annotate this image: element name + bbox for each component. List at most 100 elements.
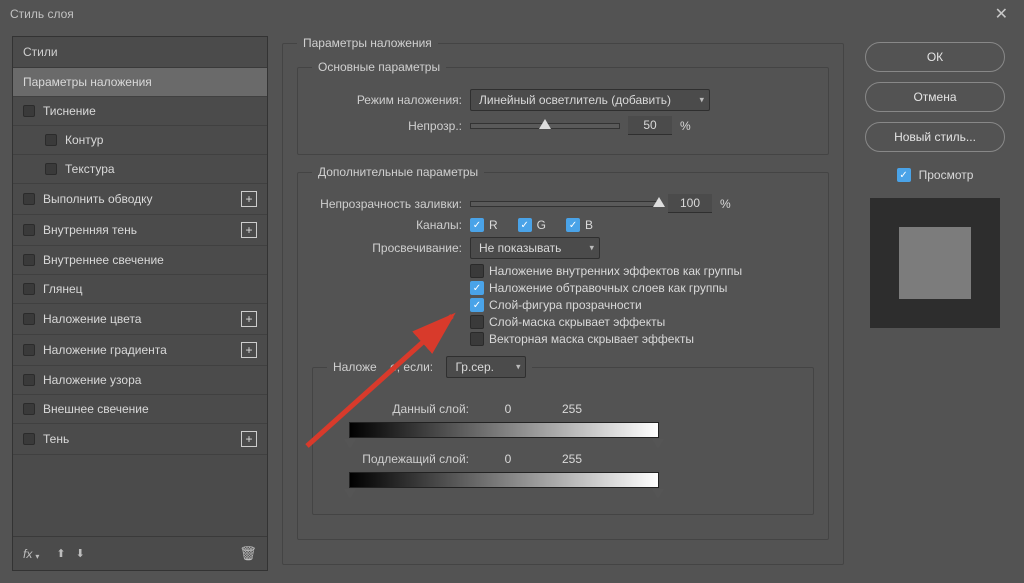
cancel-button[interactable]: Отмена	[865, 82, 1005, 112]
right-column: ОК Отмена Новый стиль... ✓ Просмотр	[858, 36, 1012, 571]
new-style-button[interactable]: Новый стиль...	[865, 122, 1005, 152]
sidebar-item-1[interactable]: Тиснение	[13, 97, 267, 126]
sidebar-item-5[interactable]: Внутренняя тень +	[13, 215, 267, 246]
main-title: Параметры наложения	[297, 36, 438, 50]
option-label: Наложение внутренних эффектов как группы	[489, 264, 742, 278]
blend-mode-select[interactable]: Линейный осветлитель (добавить) ▾	[470, 89, 710, 111]
sidebar-item-3[interactable]: Текстура	[13, 155, 267, 184]
under-low-value: 0	[483, 452, 533, 466]
checkbox-icon	[470, 315, 484, 329]
sidebar-checkbox[interactable]	[23, 403, 35, 415]
title-bar: Стиль слоя ✕	[0, 0, 1024, 28]
sidebar-item-6[interactable]: Внутреннее свечение	[13, 246, 267, 275]
sidebar-item-0[interactable]: Параметры наложения	[13, 68, 267, 97]
under-high-value: 255	[547, 452, 597, 466]
opacity-unit: %	[680, 119, 691, 133]
sidebar-checkbox[interactable]	[23, 313, 35, 325]
sidebar-item-label: Текстура	[65, 162, 115, 176]
sidebar-checkbox[interactable]	[23, 105, 35, 117]
sidebar-item-10[interactable]: Наложение узора	[13, 366, 267, 395]
sidebar-item-label: Наложение узора	[43, 373, 141, 387]
option-label: Наложение обтравочных слоев как группы	[489, 281, 727, 295]
checkbox-icon: ✓	[470, 298, 484, 312]
channel-r-checkbox[interactable]: ✓R	[470, 218, 498, 232]
channel-g-checkbox[interactable]: ✓G	[518, 218, 546, 232]
trash-icon[interactable]: 🗑	[239, 545, 257, 562]
sidebar-checkbox[interactable]	[23, 193, 35, 205]
sidebar-item-label: Внутреннее свечение	[43, 253, 164, 267]
add-effect-icon[interactable]: +	[241, 342, 257, 358]
sidebar-item-label: Параметры наложения	[23, 75, 152, 89]
fx-dropdown-icon[interactable]: ▾	[35, 552, 39, 561]
channel-b-checkbox[interactable]: ✓B	[566, 218, 593, 232]
fill-opacity-input[interactable]: 100	[668, 194, 712, 213]
sidebar-item-label: Внутренняя тень	[43, 223, 137, 237]
blend-mode-label: Режим наложения:	[312, 93, 462, 107]
opacity-slider[interactable]	[470, 123, 620, 129]
add-effect-icon[interactable]: +	[241, 431, 257, 447]
main-panel: Параметры наложения Основные параметры Р…	[282, 36, 844, 571]
blendif-channel-select[interactable]: Гр.сер. ▾	[446, 356, 526, 378]
window-title: Стиль слоя	[10, 7, 74, 21]
sidebar-item-label: Внешнее свечение	[43, 402, 149, 416]
under-layer-strip[interactable]	[349, 472, 799, 488]
advanced-option-4[interactable]: Векторная маска скрывает эффекты	[470, 332, 694, 346]
this-low-value: 0	[483, 402, 533, 416]
chevron-down-icon: ▾	[516, 362, 521, 373]
sidebar-checkbox[interactable]	[23, 254, 35, 266]
move-down-icon[interactable]: ⬇	[76, 547, 85, 560]
preview-checkbox[interactable]: ✓	[897, 168, 911, 182]
checkbox-icon: ✓	[470, 281, 484, 295]
this-layer-strip[interactable]	[349, 422, 799, 438]
option-label: Слой-маска скрывает эффекты	[489, 315, 665, 329]
sidebar-checkbox[interactable]	[45, 163, 57, 175]
this-high-value: 255	[547, 402, 597, 416]
advanced-params-title: Дополнительные параметры	[312, 165, 484, 179]
option-label: Слой-фигура прозрачности	[489, 298, 642, 312]
knockout-select[interactable]: Не показывать ▾	[470, 237, 600, 259]
sidebar-item-label: Тиснение	[43, 104, 96, 118]
sidebar-item-7[interactable]: Глянец	[13, 275, 267, 304]
sidebar-item-11[interactable]: Внешнее свечение	[13, 395, 267, 424]
chevron-down-icon: ▾	[589, 243, 594, 254]
add-effect-icon[interactable]: +	[241, 191, 257, 207]
fill-opacity-slider[interactable]	[470, 201, 660, 207]
sidebar-item-12[interactable]: Тень+	[13, 424, 267, 455]
ok-button[interactable]: ОК	[865, 42, 1005, 72]
opacity-input[interactable]: 50	[628, 116, 672, 135]
opacity-label: Непрозр.:	[312, 119, 462, 133]
advanced-option-0[interactable]: Наложение внутренних эффектов как группы	[470, 264, 742, 278]
sidebar-checkbox[interactable]	[23, 344, 35, 356]
sidebar-checkbox[interactable]	[23, 433, 35, 445]
fill-opacity-label: Непрозрачность заливки:	[312, 197, 462, 211]
preview-label: Просмотр	[919, 168, 974, 182]
sidebar-item-4[interactable]: Выполнить обводку +	[13, 184, 267, 215]
fill-opacity-unit: %	[720, 197, 731, 211]
sidebar-checkbox[interactable]	[23, 374, 35, 386]
sidebar-checkbox[interactable]	[23, 283, 35, 295]
sidebar-item-label: Выполнить обводку	[43, 192, 153, 206]
sidebar-checkbox[interactable]	[23, 224, 35, 236]
close-icon[interactable]: ✕	[989, 2, 1014, 26]
option-label: Векторная маска скрывает эффекты	[489, 332, 694, 346]
sidebar-header: Стили	[13, 37, 267, 68]
sidebar-checkbox[interactable]	[45, 134, 57, 146]
blendif-title: Наложение, если: Гр.сер. ▾	[327, 356, 532, 378]
add-effect-icon[interactable]: +	[241, 222, 257, 238]
sidebar-item-8[interactable]: Наложение цвета +	[13, 304, 267, 335]
chevron-down-icon: ▾	[699, 95, 704, 106]
channels-label: Каналы:	[312, 218, 462, 232]
fx-icon[interactable]: fx	[23, 547, 32, 561]
sidebar-item-2[interactable]: Контур	[13, 126, 267, 155]
sidebar-item-label: Наложение цвета	[43, 312, 141, 326]
sidebar-item-label: Наложение градиента	[43, 343, 167, 357]
advanced-option-3[interactable]: Слой-маска скрывает эффекты	[470, 315, 665, 329]
sidebar-item-label: Глянец	[43, 282, 83, 296]
sidebar-item-9[interactable]: Наложение градиента +	[13, 335, 267, 366]
sidebar-item-label: Контур	[65, 133, 103, 147]
add-effect-icon[interactable]: +	[241, 311, 257, 327]
advanced-option-2[interactable]: ✓ Слой-фигура прозрачности	[470, 298, 642, 312]
advanced-option-1[interactable]: ✓ Наложение обтравочных слоев как группы	[470, 281, 727, 295]
move-up-icon[interactable]: ⬆	[56, 547, 65, 560]
preview-swatch	[870, 198, 1000, 328]
